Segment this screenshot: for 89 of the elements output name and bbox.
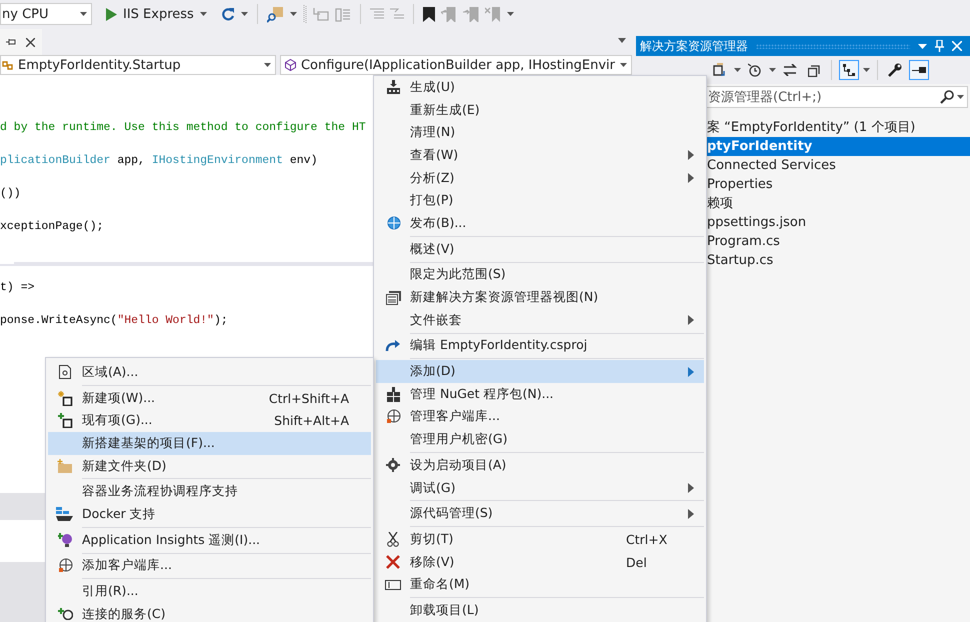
menu-item[interactable]: 发布(B)...: [376, 212, 704, 235]
delete-icon: [386, 555, 400, 570]
menu-item[interactable]: Docker 支持: [48, 503, 371, 526]
caret-icon[interactable]: [264, 63, 271, 67]
caret-icon[interactable]: [957, 95, 964, 99]
caret-icon[interactable]: [620, 63, 627, 67]
code-line: plicationBuilder app, IHostingEnvironment env): [0, 153, 318, 169]
package-icon: [386, 386, 400, 402]
new-item-icon: [58, 390, 72, 406]
menu-item[interactable]: 移除(V) Del: [376, 550, 704, 574]
new-folder-icon: [57, 459, 73, 474]
menu-item[interactable]: 区域(A)...: [48, 361, 371, 384]
menu-item[interactable]: 概述(V): [376, 238, 704, 260]
caret-icon[interactable]: [200, 12, 207, 16]
menu-item[interactable]: 剪切(T) Ctrl+X: [376, 528, 704, 551]
member-dropdown[interactable]: Configure(IApplicationBuilder app, IHostingEnvir: [280, 55, 632, 75]
code-line: ponse.WriteAsync("Hello World!");: [0, 313, 228, 329]
build-icon: [386, 80, 400, 94]
type-dropdown[interactable]: EmptyForIdentity.Startup: [0, 55, 276, 75]
window-icon: [386, 290, 400, 305]
menu-item[interactable]: 限定为此范围(S): [376, 264, 704, 286]
caret-icon[interactable]: [506, 12, 514, 16]
menu-item[interactable]: 设为启动项目(A): [376, 454, 704, 477]
play-icon[interactable]: [106, 8, 117, 20]
menu-item[interactable]: 文件嵌套: [376, 308, 704, 332]
menu-item[interactable]: 卸载项目(L): [376, 599, 704, 622]
globe-icon: [386, 216, 400, 231]
class-icon: [1, 59, 13, 71]
caret-icon[interactable]: [240, 12, 248, 16]
menu-item[interactable]: 引用(R)...: [48, 580, 371, 603]
menu-item[interactable]: 新建解决方案资源管理器视图(N): [376, 286, 704, 309]
menu-item[interactable]: 调试(G): [376, 476, 704, 500]
menu-item[interactable]: 源代码管理(S): [376, 502, 704, 526]
menu-item[interactable]: 现有项(G)... Shift+Alt+A: [48, 409, 371, 432]
menu-item[interactable]: 编辑 EmptyForIdentity.csproj: [376, 334, 704, 358]
code-line: ()): [0, 186, 21, 202]
code-line: xceptionPage();: [0, 219, 104, 235]
lightbulb-icon: [58, 532, 72, 548]
cube-icon: [284, 59, 296, 71]
menu-item[interactable]: 重命名(M): [376, 573, 704, 596]
menu-item[interactable]: 容器业务流程协调程序支持: [48, 480, 371, 504]
panel-title: 解决方案资源管理器: [640, 38, 748, 54]
caret-icon[interactable]: [290, 12, 297, 16]
redo-arrow-icon: [385, 340, 401, 352]
menu-item[interactable]: 新建项(W)... Ctrl+Shift+A: [48, 386, 371, 410]
menu-item[interactable]: 连接的服务(C): [48, 602, 371, 622]
caret-icon[interactable]: [769, 68, 776, 72]
menu-item[interactable]: 分析(Z): [376, 166, 704, 190]
search-icon[interactable]: [940, 90, 954, 104]
caret-icon[interactable]: [734, 68, 741, 72]
menu-item[interactable]: 新建文件夹(D): [48, 454, 371, 478]
caret-icon[interactable]: [80, 12, 87, 16]
close-icon[interactable]: [26, 38, 35, 46]
bookmark-icon[interactable]: [422, 6, 435, 22]
code-line: t) =>: [0, 280, 35, 296]
shortcut-text: Shift+Alt+A: [274, 413, 349, 428]
collapse-icon[interactable]: [909, 60, 929, 80]
region-icon: [59, 365, 71, 380]
menu-item[interactable]: 添加客户端库...: [48, 554, 371, 578]
run-button[interactable]: IIS Express: [123, 6, 194, 22]
menu-item[interactable]: 管理 NuGet 程序包(N)...: [376, 382, 704, 406]
menu-item[interactable]: 新搭建基架的项目(F)...: [48, 432, 371, 455]
service-icon: [58, 608, 72, 620]
menu-item[interactable]: 管理客户端库...: [376, 406, 704, 428]
menu-item[interactable]: 添加(D): [376, 360, 704, 383]
scissors-icon: [387, 532, 399, 547]
globe-icon: [58, 558, 72, 574]
document-tab[interactable]: [0, 29, 42, 55]
shortcut-text: Del: [626, 554, 648, 570]
grip-icon: [302, 4, 307, 24]
docker-icon: [56, 507, 74, 522]
menu-item[interactable]: 管理用户机密(G): [376, 428, 704, 451]
menu-item[interactable]: Application Insights 遥测(I)...: [48, 528, 371, 552]
menu-item[interactable]: 打包(P): [376, 189, 704, 212]
globe-icon: [386, 409, 400, 424]
pin-icon[interactable]: [6, 37, 16, 47]
add-item-icon: [58, 413, 72, 428]
refresh-icon[interactable]: [220, 7, 235, 21]
rename-icon: [385, 580, 401, 590]
find-folder-icon[interactable]: [266, 6, 284, 22]
tab-list-dropdown-icon[interactable]: [618, 38, 626, 43]
dropdown-icon[interactable]: [918, 44, 927, 48]
platform-dropdown[interactable]: ny CPU: [0, 3, 92, 25]
tree-view-icon[interactable]: [839, 60, 859, 80]
caret-icon[interactable]: [863, 68, 870, 72]
shortcut-text: Ctrl+Shift+A: [268, 390, 349, 406]
shortcut-text: Ctrl+X: [626, 532, 668, 547]
gear-icon: [386, 458, 400, 472]
code-line: d by the runtime. Use this method to configure the HT: [0, 120, 366, 136]
